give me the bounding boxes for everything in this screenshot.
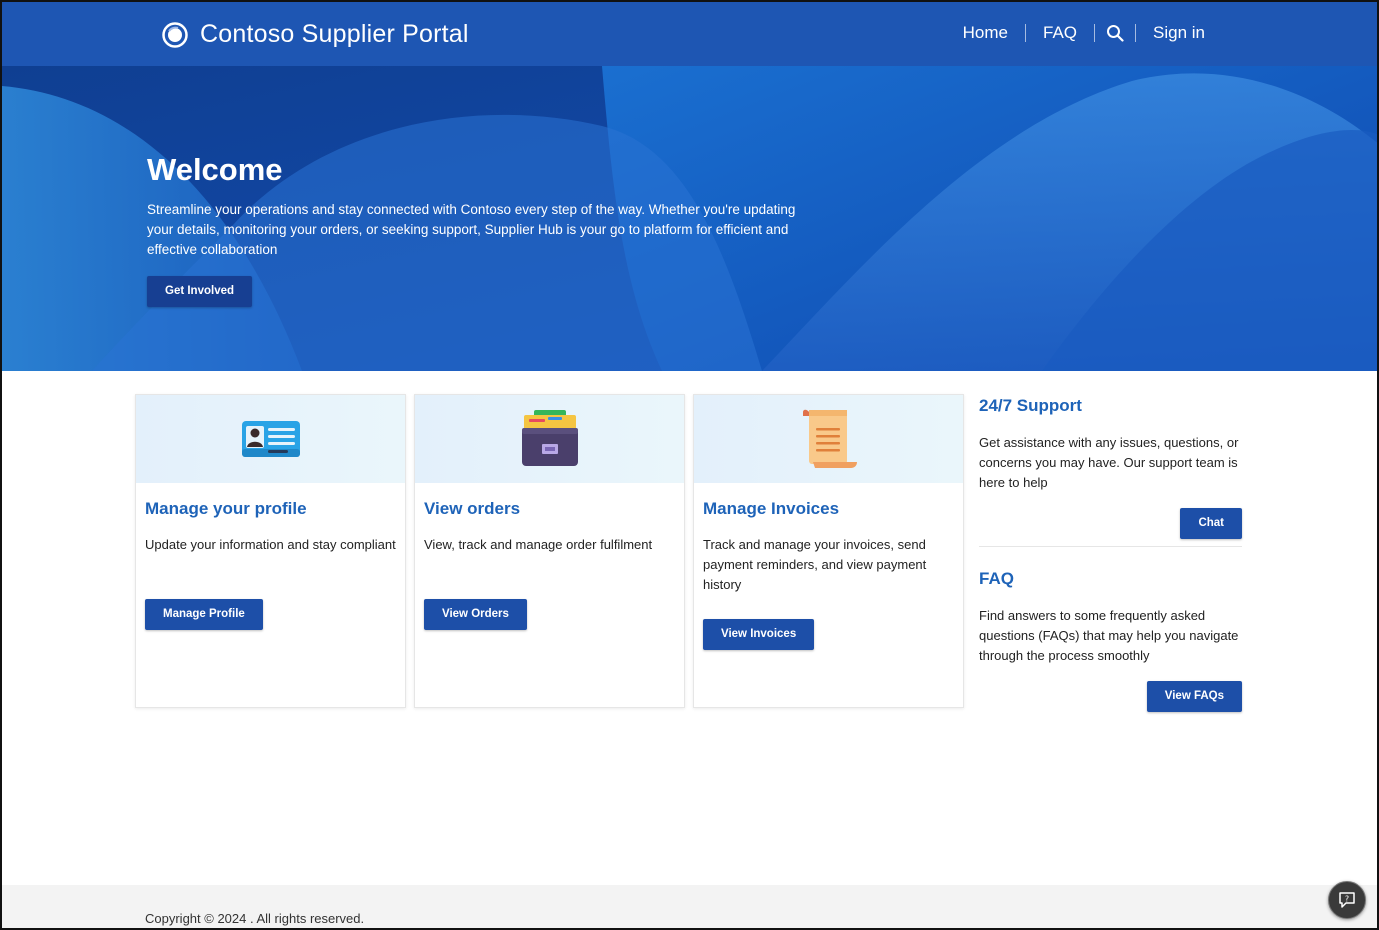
card-image — [694, 395, 963, 483]
site-title: Contoso Supplier Portal — [200, 20, 469, 48]
view-faqs-button[interactable]: View FAQs — [1146, 681, 1242, 712]
card-manage-invoices: Manage Invoices Track and manage your in… — [693, 394, 964, 708]
side-panel: 24/7 Support Get assistance with any iss… — [979, 396, 1242, 712]
manage-profile-button[interactable]: Manage Profile — [145, 599, 263, 630]
file-box-icon — [521, 410, 578, 466]
card-image — [136, 395, 405, 483]
chat-widget-button[interactable]: ? — [1328, 881, 1366, 919]
hero-description: Streamline your operations and stay conn… — [147, 202, 796, 257]
card-description: View, track and manage order fulfilment — [424, 537, 653, 552]
card-body: Manage your profile Update your informat… — [136, 483, 405, 630]
support-actions: Chat — [979, 508, 1242, 539]
nav-home-link[interactable]: Home — [946, 22, 1025, 44]
card-image — [415, 395, 684, 483]
main-nav: Home FAQ Sign in — [946, 22, 1222, 44]
view-invoices-button[interactable]: View Invoices — [703, 619, 815, 650]
view-orders-button[interactable]: View Orders — [424, 599, 527, 630]
support-section: 24/7 Support Get assistance with any iss… — [979, 396, 1242, 539]
faq-section: FAQ Find answers to some frequently aske… — [979, 569, 1242, 712]
card-view-orders: View orders View, track and manage order… — [414, 394, 685, 708]
hero-title: Welcome — [147, 152, 283, 187]
support-title: 24/7 Support — [979, 396, 1082, 415]
card-title[interactable]: View orders — [424, 499, 675, 519]
section-divider — [979, 546, 1242, 547]
copyright-text: Copyright © 2024 . All rights reserved. — [145, 911, 365, 926]
faq-title: FAQ — [979, 569, 1014, 588]
chat-button[interactable]: Chat — [1180, 508, 1242, 539]
footer: Copyright © 2024 . All rights reserved. — [2, 885, 1377, 928]
feature-cards: Manage your profile Update your informat… — [135, 394, 964, 708]
faq-description: Find answers to some frequently asked qu… — [979, 608, 1239, 663]
page-frame: Contoso Supplier Portal Home FAQ Sign in — [0, 0, 1379, 930]
svg-text:?: ? — [1345, 895, 1349, 904]
brand[interactable]: Contoso Supplier Portal — [162, 20, 469, 49]
card-body: Manage Invoices Track and manage your in… — [694, 483, 963, 650]
id-card-icon — [241, 421, 300, 457]
card-description: Track and manage your invoices, send pay… — [703, 537, 927, 592]
scroll-icon — [802, 409, 857, 468]
chat-help-icon: ? — [1339, 892, 1355, 908]
hero-content: Welcome Streamline your operations and s… — [147, 152, 807, 307]
card-body: View orders View, track and manage order… — [415, 483, 684, 630]
contoso-logo-icon — [162, 21, 188, 48]
card-title[interactable]: Manage Invoices — [703, 499, 954, 519]
card-manage-profile: Manage your profile Update your informat… — [135, 394, 406, 708]
nav-search-button[interactable] — [1095, 24, 1135, 42]
nav-faq-link[interactable]: FAQ — [1026, 22, 1094, 44]
nav-signin-link[interactable]: Sign in — [1136, 22, 1222, 44]
support-description: Get assistance with any issues, question… — [979, 435, 1239, 490]
hero-banner: Welcome Streamline your operations and s… — [2, 66, 1377, 371]
card-description: Update your information and stay complia… — [145, 537, 396, 552]
faq-actions: View FAQs — [979, 681, 1242, 712]
card-title[interactable]: Manage your profile — [145, 499, 396, 519]
search-icon — [1107, 25, 1124, 42]
top-navigation-bar: Contoso Supplier Portal Home FAQ Sign in — [2, 2, 1377, 66]
get-involved-button[interactable]: Get Involved — [147, 276, 253, 307]
